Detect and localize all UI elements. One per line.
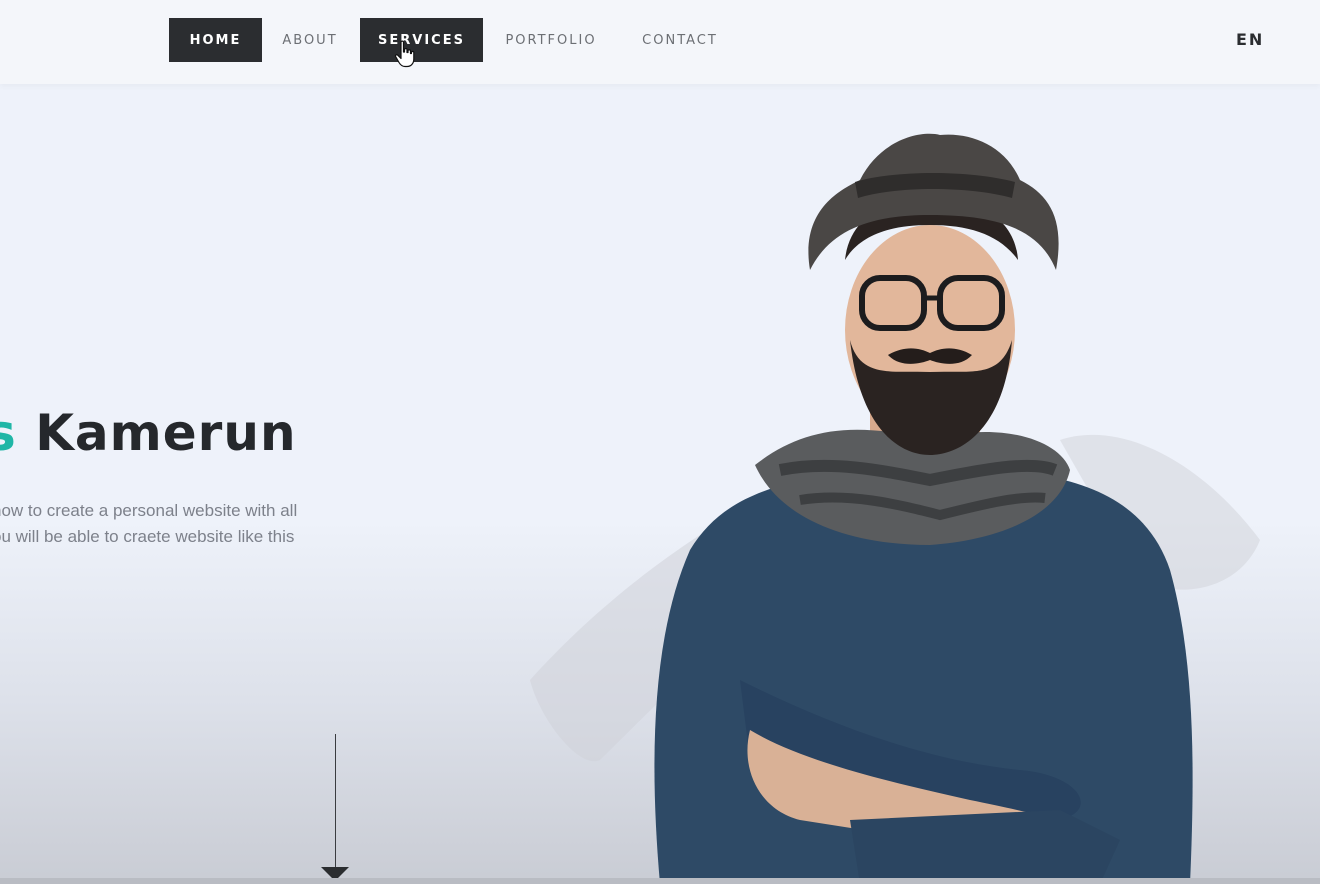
nav-about[interactable]: ABOUT (272, 18, 348, 62)
hero-name: s Kamerun (0, 404, 297, 462)
language-switcher[interactable]: EN (1236, 30, 1264, 49)
hero-description-line1: how to create a personal website with al… (0, 501, 298, 520)
hero-description-line2: ou will be able to craete website like t… (0, 527, 295, 546)
hero-name-main: Kamerun (35, 404, 297, 462)
bottom-edge-strip (0, 878, 1320, 884)
nav-portfolio[interactable]: PORTFOLIO (496, 18, 606, 62)
hero-name-prefix: s (0, 404, 17, 462)
hand-pointer-icon (394, 40, 415, 68)
nav-home[interactable]: HOME (169, 18, 262, 62)
nav-contact[interactable]: CONTACT (634, 18, 726, 62)
portrait-image (530, 133, 1260, 884)
top-navbar: HOME ABOUT SERVICES PORTFOLIO CONTACT EN (0, 0, 1320, 84)
scroll-indicator-line (335, 734, 336, 868)
nav-services[interactable]: SERVICES (360, 18, 483, 62)
hero-description: how to create a personal website with al… (0, 498, 297, 550)
